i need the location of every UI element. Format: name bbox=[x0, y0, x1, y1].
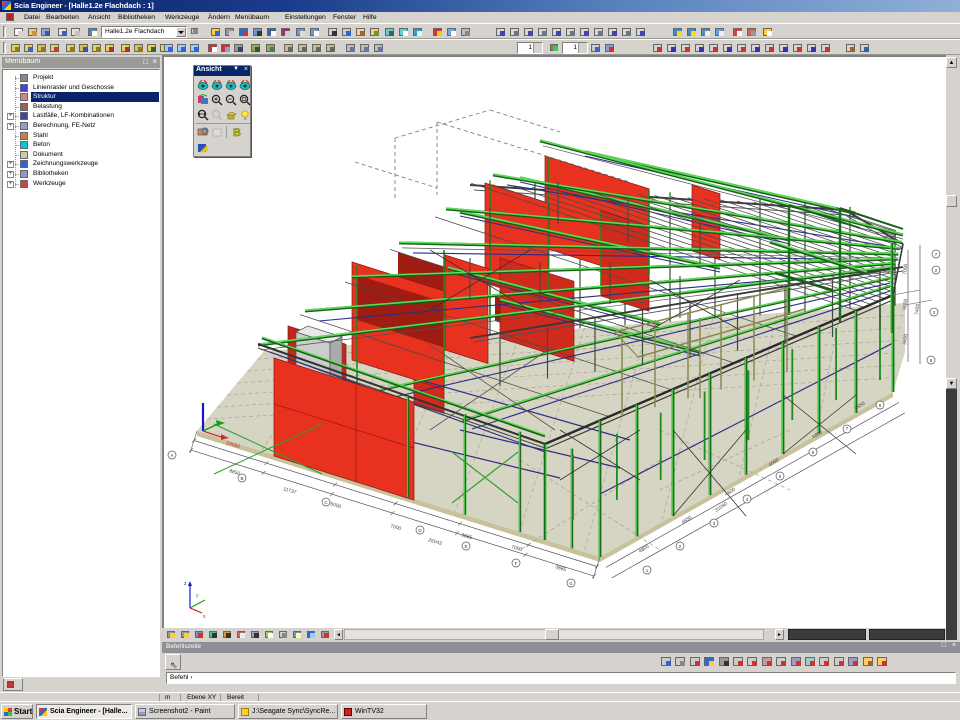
svg-text:F: F bbox=[515, 561, 518, 566]
svg-text:E: E bbox=[464, 544, 467, 549]
svg-text:6000: 6000 bbox=[329, 501, 342, 510]
svg-text:z: z bbox=[184, 581, 187, 587]
svg-text:y: y bbox=[196, 593, 199, 599]
svg-text:3885: 3885 bbox=[554, 564, 567, 573]
svg-text:B: B bbox=[240, 476, 243, 481]
svg-text:x: x bbox=[203, 614, 206, 620]
svg-text:B: B bbox=[233, 127, 241, 138]
svg-text:A: A bbox=[170, 453, 173, 458]
svg-text:25043: 25043 bbox=[427, 537, 442, 547]
svg-text:G: G bbox=[569, 581, 573, 586]
svg-text:3885: 3885 bbox=[460, 532, 473, 541]
svg-text:11737: 11737 bbox=[282, 486, 297, 496]
svg-text:31090: 31090 bbox=[714, 501, 729, 514]
svg-text:4800: 4800 bbox=[638, 543, 651, 554]
svg-text:4550: 4550 bbox=[681, 515, 694, 526]
svg-text:7000: 7000 bbox=[389, 523, 402, 532]
